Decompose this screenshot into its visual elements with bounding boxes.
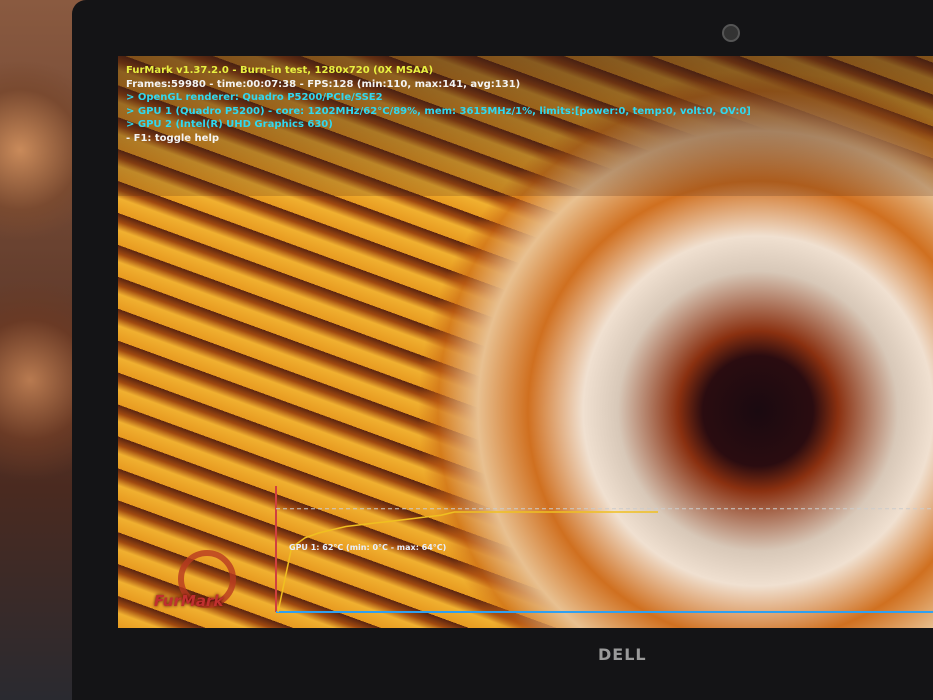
dell-logo: DELL [598, 645, 647, 664]
temperature-graph [275, 486, 933, 613]
temperature-label: GPU 1: 62°C (min: 0°C - max: 64°C) [289, 543, 447, 552]
temperature-line [277, 511, 658, 613]
furmark-window: FurMark v1.37.2.0 - Burn-in test, 1280x7… [118, 56, 933, 628]
webcam-icon [722, 24, 740, 42]
